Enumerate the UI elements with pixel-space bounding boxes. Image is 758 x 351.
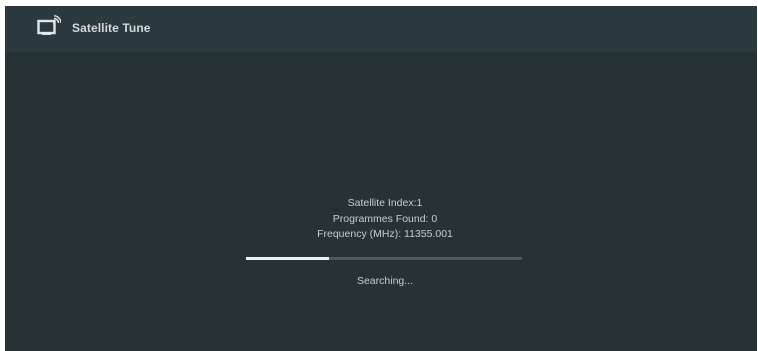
scan-progress-fill <box>246 257 329 260</box>
satellite-index-text: Satellite Index:1 <box>347 197 423 209</box>
frequency-text: Frequency (MHz): 11355.001 <box>317 228 453 240</box>
satellite-tune-screen: Satellite Tune Satellite Index:1 Program… <box>5 6 757 351</box>
scan-progress-bar <box>246 257 522 260</box>
scan-info: Satellite Index:1 Programmes Found: 0 Fr… <box>245 196 525 243</box>
page-title: Satellite Tune <box>72 21 151 35</box>
tv-antenna-icon <box>37 15 62 37</box>
programmes-found-text: Programmes Found: 0 <box>332 212 438 225</box>
status-text: Searching... <box>356 275 414 287</box>
header-bar: Satellite Tune <box>5 6 757 52</box>
